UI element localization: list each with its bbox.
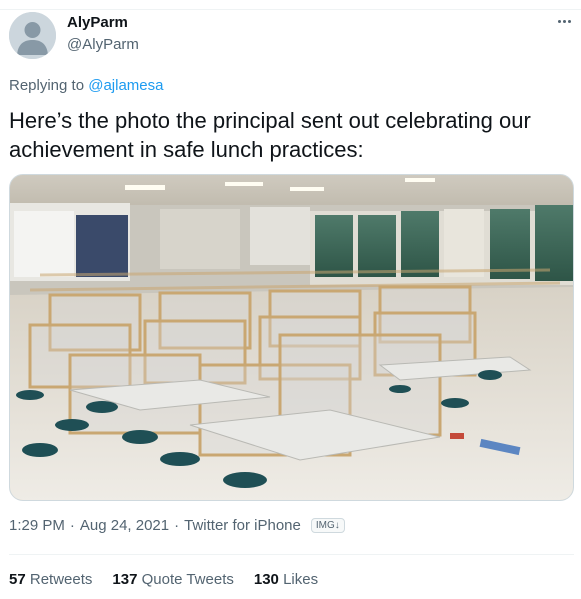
display-name[interactable]: AlyParm [67,14,128,31]
top-divider [0,9,581,10]
default-avatar-icon [9,12,56,59]
replying-to-line: Replying to @ajlamesa [9,77,163,94]
quote-tweets-count: 137 [112,571,138,588]
avatar[interactable] [9,12,56,59]
retweets-count: 57 [9,571,26,588]
tweet-text: Here’s the photo the principal sent out … [9,108,531,162]
separator: · [69,517,75,534]
more-options-button[interactable] [553,12,575,30]
quote-tweets-label: Quote Tweets [141,571,234,588]
likes-stat[interactable]: 130 Likes [254,571,318,588]
tweet-date[interactable]: Aug 24, 2021 [80,517,169,534]
tweet-time[interactable]: 1:29 PM [9,517,65,534]
engagement-stats: 57 Retweets 137 Quote Tweets 130 Likes [9,571,318,588]
tweet-photo[interactable] [9,174,574,501]
retweets-stat[interactable]: 57 Retweets [9,571,92,588]
ellipsis-icon [557,19,561,23]
reply-mention-link[interactable]: @ajlamesa [88,77,163,94]
image-download-badge[interactable]: IMG↓ [310,518,345,533]
user-handle[interactable]: @AlyParm [67,36,139,53]
retweets-label: Retweets [29,571,93,588]
separator: · [174,517,180,534]
stats-divider [9,554,574,555]
quote-tweets-stat[interactable]: 137 Quote Tweets [112,571,233,588]
tweet-metadata: 1:29 PM · Aug 24, 2021 · Twitter for iPh… [9,517,345,534]
likes-label: Likes [283,571,319,588]
likes-count: 130 [253,571,279,588]
tweet-source[interactable]: Twitter for iPhone [184,517,301,534]
replying-prefix: Replying to [9,77,85,94]
cafeteria-photo [10,175,573,500]
